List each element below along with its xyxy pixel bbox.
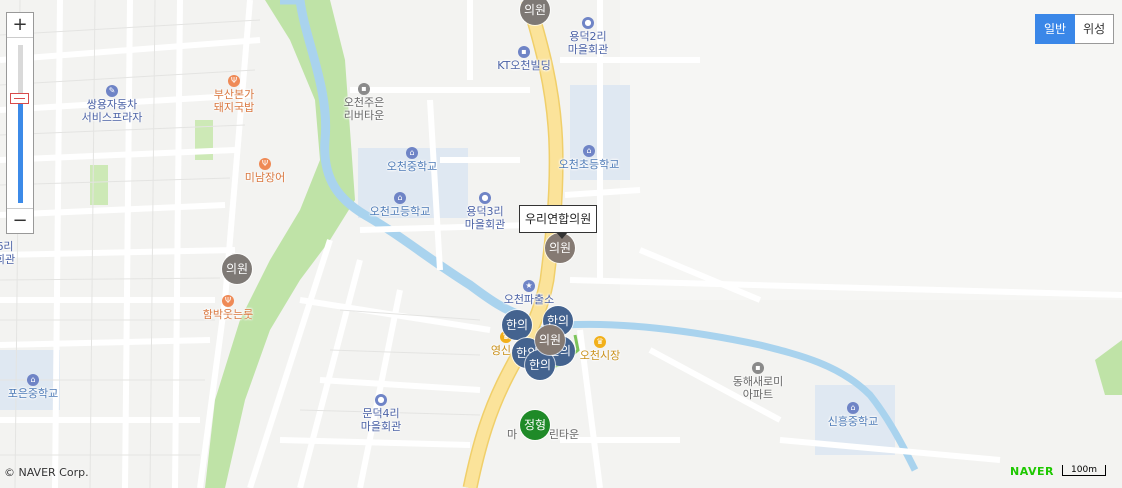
poi-name: 오천고등학교 <box>369 205 431 218</box>
poi-name-line2: 리버타운 <box>343 109 385 122</box>
poi-name: 포은중학교 <box>7 387 59 400</box>
copyright-text: © NAVER Corp. <box>4 466 89 479</box>
poi-label-left6[interactable]: 6리회관 <box>0 240 15 266</box>
poi-name: KT오천빌딩 <box>497 59 551 72</box>
poi-name-line2: 마을회관 <box>360 420 402 433</box>
zoom-control: + − <box>6 12 34 234</box>
school-icon: ⌂ <box>847 402 859 414</box>
poi-name: 미남장어 <box>244 171 286 184</box>
scale-bar: 100m <box>1062 465 1106 476</box>
poi-name-line2: 서비스프라자 <box>81 111 143 124</box>
selected-place-tooltip: 우리연합의원 <box>519 205 598 239</box>
police-icon: ★ <box>523 280 535 292</box>
poi-label-ocheon_high[interactable]: 오천고등학교 <box>370 205 431 218</box>
poi-name-line2: 아파트 <box>742 388 774 401</box>
poi-name: 오천주은 <box>343 96 385 109</box>
wrench-icon: ✎ <box>106 85 118 97</box>
poi-label-ssangyong[interactable]: 쌍용자동차 서비스프라자 <box>82 98 143 124</box>
map-type-normal-button[interactable]: 일반 <box>1035 14 1076 44</box>
poi-name: 용덕3리 <box>466 205 504 218</box>
poi-label-sinheung[interactable]: 신흥중학교 <box>828 415 879 428</box>
poi-label-ocheon_market[interactable]: 오천시장 <box>580 349 620 362</box>
zoom-level-fill <box>18 103 23 203</box>
poi-name: 린타운 <box>548 428 580 441</box>
poi-name: 마 <box>506 428 518 441</box>
poi-label-ocheon_elem[interactable]: 오천초등학교 <box>559 158 620 171</box>
poi-name: 오천시장 <box>579 349 621 362</box>
poi-name-line2: 마을회관 <box>567 43 609 56</box>
poi-name: 오천파출소 <box>503 293 555 306</box>
map-canvas[interactable]: ✎ 쌍용자동차 서비스프라자 Ψ 부산본가 돼지국밥 Ψ 미남장어 Ψ 함박웃는룻 ▪ 오천주은 리버타… <box>0 0 1122 488</box>
crown-icon: ♛ <box>594 336 606 348</box>
place-marker-mid[interactable]: 의원 <box>535 325 565 355</box>
poi-name: 오천초등학교 <box>558 158 620 171</box>
poi-label-ocheon_middle[interactable]: 오천중학교 <box>387 160 438 173</box>
poi-label-busan[interactable]: 부산본가 돼지국밥 <box>214 88 254 114</box>
map-type-satellite-button[interactable]: 위성 <box>1075 14 1115 44</box>
fork-knife-icon: Ψ <box>222 295 234 307</box>
poi-name: 오천중학교 <box>386 160 438 173</box>
poi-label-poeun[interactable]: 포은중학교 <box>8 387 59 400</box>
fork-knife-icon: Ψ <box>259 158 271 170</box>
building-icon: ▪ <box>752 362 764 374</box>
place-marker-left[interactable]: 의원 <box>222 254 252 284</box>
poi-label-donghae[interactable]: 동해새로미 아파트 <box>733 375 784 401</box>
poi-label-minam[interactable]: 미남장어 <box>245 171 285 184</box>
poi-label-town2[interactable]: 린타운 <box>549 428 579 441</box>
school-icon: ⌂ <box>394 192 406 204</box>
poi-label-police[interactable]: 오천파출소 <box>504 293 555 306</box>
pin-icon: ● <box>375 394 387 406</box>
poi-name: 함박웃는룻 <box>202 308 254 321</box>
school-icon: ⌂ <box>583 145 595 157</box>
poi-label-mundeok4[interactable]: 문덕4리 마을회관 <box>361 407 401 433</box>
fork-knife-icon: Ψ <box>228 75 240 87</box>
poi-label-kt[interactable]: KT오천빌딩 <box>497 59 551 72</box>
poi-label-ocheon_jueun[interactable]: 오천주은 리버타운 <box>344 96 384 122</box>
poi-name-line2: 회관 <box>0 253 16 266</box>
zoom-out-button[interactable]: − <box>7 208 33 233</box>
poi-name: 신흥중학교 <box>827 415 879 428</box>
poi-name-line2: 마을회관 <box>464 218 506 231</box>
poi-name-line2: 돼지국밥 <box>213 101 255 114</box>
poi-name: 문덕4리 <box>362 407 400 420</box>
poi-name: 부산본가 <box>213 88 255 101</box>
school-icon: ⌂ <box>27 374 39 386</box>
naver-logo[interactable]: NAVER <box>1010 465 1054 478</box>
school-icon: ⌂ <box>406 147 418 159</box>
poi-name: 용덕2리 <box>569 30 607 43</box>
building-icon: ▪ <box>518 46 530 58</box>
building-icon: ▪ <box>358 83 370 95</box>
poi-label-yongdeok3[interactable]: 용덕3리 마을회관 <box>465 205 505 231</box>
poi-label-town[interactable]: 마 <box>507 428 517 441</box>
poi-name: 6리 <box>0 240 14 253</box>
poi-name: 동해새로미 <box>732 375 784 388</box>
zoom-slider-handle[interactable] <box>10 93 29 104</box>
place-marker-ortho[interactable]: 정형 <box>520 410 550 440</box>
poi-label-yongdeok2[interactable]: 용덕2리 마을회관 <box>568 30 608 56</box>
map-type-toggle: 일반 위성 <box>1035 14 1115 44</box>
poi-label-hambak[interactable]: 함박웃는룻 <box>203 308 254 321</box>
poi-name: 쌍용자동차 <box>86 98 138 111</box>
place-marker-h1[interactable]: 한의 <box>502 310 532 340</box>
pin-icon: ● <box>582 17 594 29</box>
pin-icon: ● <box>479 192 491 204</box>
zoom-in-button[interactable]: + <box>7 13 33 38</box>
